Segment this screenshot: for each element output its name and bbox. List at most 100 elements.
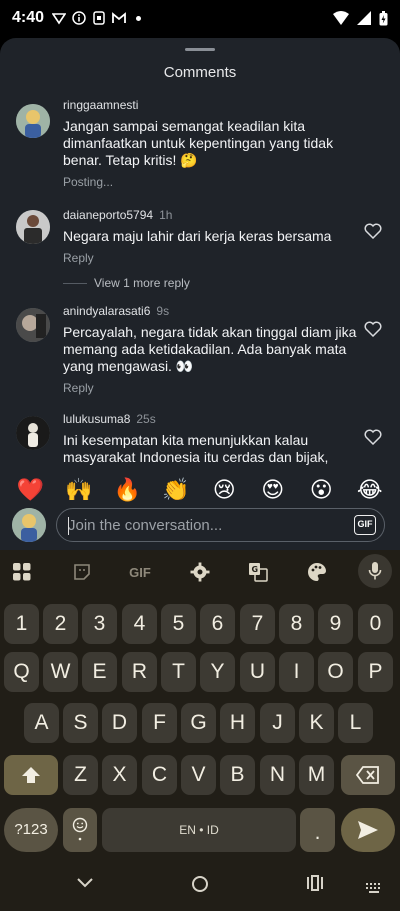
screenshot-icon bbox=[93, 11, 105, 25]
comment-text: Ini kesempatan kita menunjukkan kalau ma… bbox=[63, 432, 329, 465]
comment-status: Posting... bbox=[63, 175, 114, 189]
key-r[interactable]: R bbox=[122, 652, 157, 692]
key-q[interactable]: Q bbox=[4, 652, 39, 692]
emoji-raised-hands[interactable]: 🙌 bbox=[62, 475, 96, 505]
send-arrow-icon bbox=[358, 821, 378, 839]
key-z[interactable]: Z bbox=[63, 755, 98, 795]
emoji-sad[interactable]: 😢 bbox=[207, 475, 241, 505]
apps-grid-icon[interactable] bbox=[10, 560, 34, 584]
backspace-icon bbox=[355, 766, 379, 784]
emoji-key[interactable] bbox=[63, 808, 97, 852]
key-b[interactable]: B bbox=[220, 755, 255, 795]
comment-text: Negara maju lahir dari kerja keras bersa… bbox=[63, 228, 332, 244]
comment-username[interactable]: daianeporto5794 bbox=[63, 208, 153, 222]
comment-text: Percayalah, negara tidak akan tinggal di… bbox=[63, 324, 357, 374]
keyboard-switcher-icon[interactable] bbox=[366, 883, 382, 893]
microphone-icon[interactable] bbox=[358, 554, 392, 588]
emoji-clap[interactable]: 👏 bbox=[159, 475, 193, 505]
translate-icon[interactable]: G bbox=[246, 560, 270, 584]
home-circle-icon[interactable] bbox=[191, 875, 209, 893]
key-6[interactable]: 6 bbox=[200, 604, 235, 644]
settings-gear-icon[interactable] bbox=[188, 560, 212, 584]
sticker-icon[interactable] bbox=[70, 560, 94, 584]
avatar[interactable] bbox=[16, 104, 50, 138]
key-p[interactable]: P bbox=[358, 652, 393, 692]
key-i[interactable]: I bbox=[279, 652, 314, 692]
key-0[interactable]: 0 bbox=[358, 604, 393, 644]
emoji-heart[interactable]: ❤️ bbox=[13, 475, 47, 505]
key-g[interactable]: G bbox=[181, 703, 216, 743]
comment-username[interactable]: anindyalarasati6 bbox=[63, 304, 150, 318]
sheet-title: Comments bbox=[163, 64, 237, 81]
navigation-bar bbox=[0, 863, 400, 911]
like-heart-icon[interactable] bbox=[364, 429, 382, 445]
key-2[interactable]: 2 bbox=[43, 604, 78, 644]
svg-text:G: G bbox=[252, 565, 259, 574]
key-5[interactable]: 5 bbox=[161, 604, 196, 644]
status-time: 4:40 bbox=[12, 9, 45, 26]
battery-icon bbox=[379, 10, 388, 25]
gif-icon[interactable]: GIF bbox=[128, 560, 152, 584]
key-l[interactable]: L bbox=[338, 703, 373, 743]
key-x[interactable]: X bbox=[102, 755, 137, 795]
key-m[interactable]: M bbox=[299, 755, 334, 795]
key-v[interactable]: V bbox=[181, 755, 216, 795]
key-a[interactable]: A bbox=[24, 703, 59, 743]
comment-time: 25s bbox=[136, 412, 156, 426]
emoji-smile-icon bbox=[72, 817, 88, 841]
key-3[interactable]: 3 bbox=[82, 604, 117, 644]
like-heart-icon[interactable] bbox=[364, 223, 382, 239]
key-t[interactable]: T bbox=[161, 652, 196, 692]
view-more-replies-button[interactable]: View 1 more reply bbox=[94, 276, 190, 290]
key-u[interactable]: U bbox=[240, 652, 275, 692]
emoji-surprised[interactable]: 😮 bbox=[304, 475, 338, 505]
like-heart-icon[interactable] bbox=[364, 321, 382, 337]
period-key[interactable]: . bbox=[300, 808, 335, 852]
key-f[interactable]: F bbox=[142, 703, 177, 743]
backspace-key[interactable] bbox=[341, 755, 395, 795]
key-e[interactable]: E bbox=[82, 652, 117, 692]
reply-button[interactable]: Reply bbox=[63, 251, 360, 265]
vpn-icon bbox=[52, 13, 67, 25]
key-8[interactable]: 8 bbox=[279, 604, 314, 644]
key-s[interactable]: S bbox=[63, 703, 98, 743]
shift-key[interactable] bbox=[4, 755, 58, 795]
key-k[interactable]: K bbox=[299, 703, 334, 743]
spacebar[interactable]: EN • ID bbox=[102, 808, 296, 852]
comment-username[interactable]: ringgaamnesti bbox=[63, 98, 138, 112]
key-n[interactable]: N bbox=[260, 755, 295, 795]
key-1[interactable]: 1 bbox=[4, 604, 39, 644]
key-y[interactable]: Y bbox=[200, 652, 235, 692]
view-replies-divider bbox=[63, 283, 87, 284]
key-j[interactable]: J bbox=[260, 703, 295, 743]
key-d[interactable]: D bbox=[102, 703, 137, 743]
key-w[interactable]: W bbox=[43, 652, 78, 692]
wifi-icon bbox=[333, 11, 349, 25]
avatar[interactable] bbox=[16, 210, 50, 244]
gif-button[interactable]: GIF bbox=[354, 515, 376, 535]
key-o[interactable]: O bbox=[318, 652, 353, 692]
key-7[interactable]: 7 bbox=[240, 604, 275, 644]
symbols-key[interactable]: ?123 bbox=[4, 808, 58, 852]
emoji-fire[interactable]: 🔥 bbox=[110, 475, 144, 505]
avatar[interactable] bbox=[16, 308, 50, 342]
send-key[interactable] bbox=[341, 808, 395, 852]
emoji-heart-eyes[interactable]: 😍 bbox=[256, 475, 290, 505]
comment-username[interactable]: lulukusuma8 bbox=[63, 412, 130, 426]
key-h[interactable]: H bbox=[220, 703, 255, 743]
shift-arrow-icon bbox=[22, 767, 40, 783]
theme-palette-icon[interactable] bbox=[305, 560, 329, 584]
key-9[interactable]: 9 bbox=[318, 604, 353, 644]
reply-button[interactable]: Reply bbox=[63, 381, 360, 395]
comment-time: 1h bbox=[159, 208, 173, 222]
recents-icon[interactable] bbox=[306, 875, 324, 891]
comment-input[interactable]: Join the conversation... GIF bbox=[56, 508, 385, 542]
text-caret bbox=[68, 517, 69, 535]
key-4[interactable]: 4 bbox=[122, 604, 157, 644]
drag-handle[interactable] bbox=[185, 48, 215, 51]
emoji-laughing[interactable]: 😂 bbox=[353, 475, 387, 505]
hide-keyboard-chevron-icon[interactable] bbox=[76, 877, 94, 889]
key-c[interactable]: C bbox=[142, 755, 177, 795]
comment-input-placeholder: Join the conversation... bbox=[68, 517, 223, 534]
avatar[interactable] bbox=[16, 416, 50, 450]
